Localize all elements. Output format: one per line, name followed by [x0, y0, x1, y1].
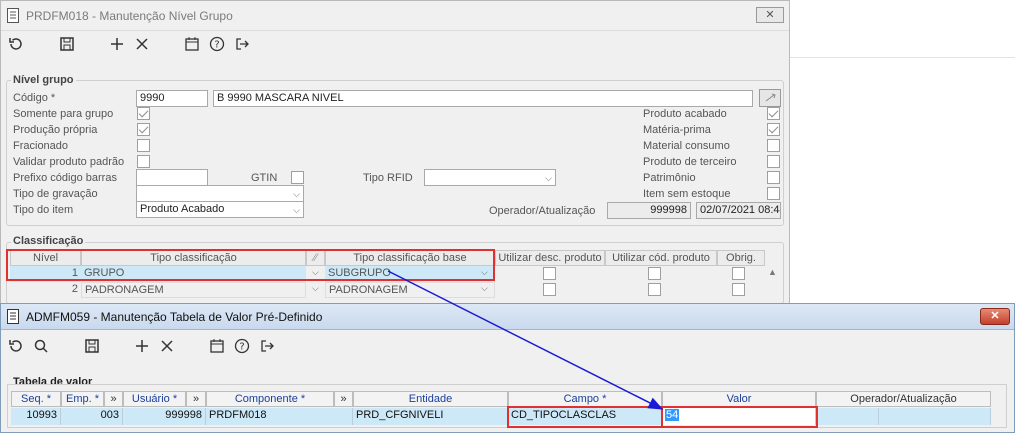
annotation-arrow — [387, 270, 664, 410]
